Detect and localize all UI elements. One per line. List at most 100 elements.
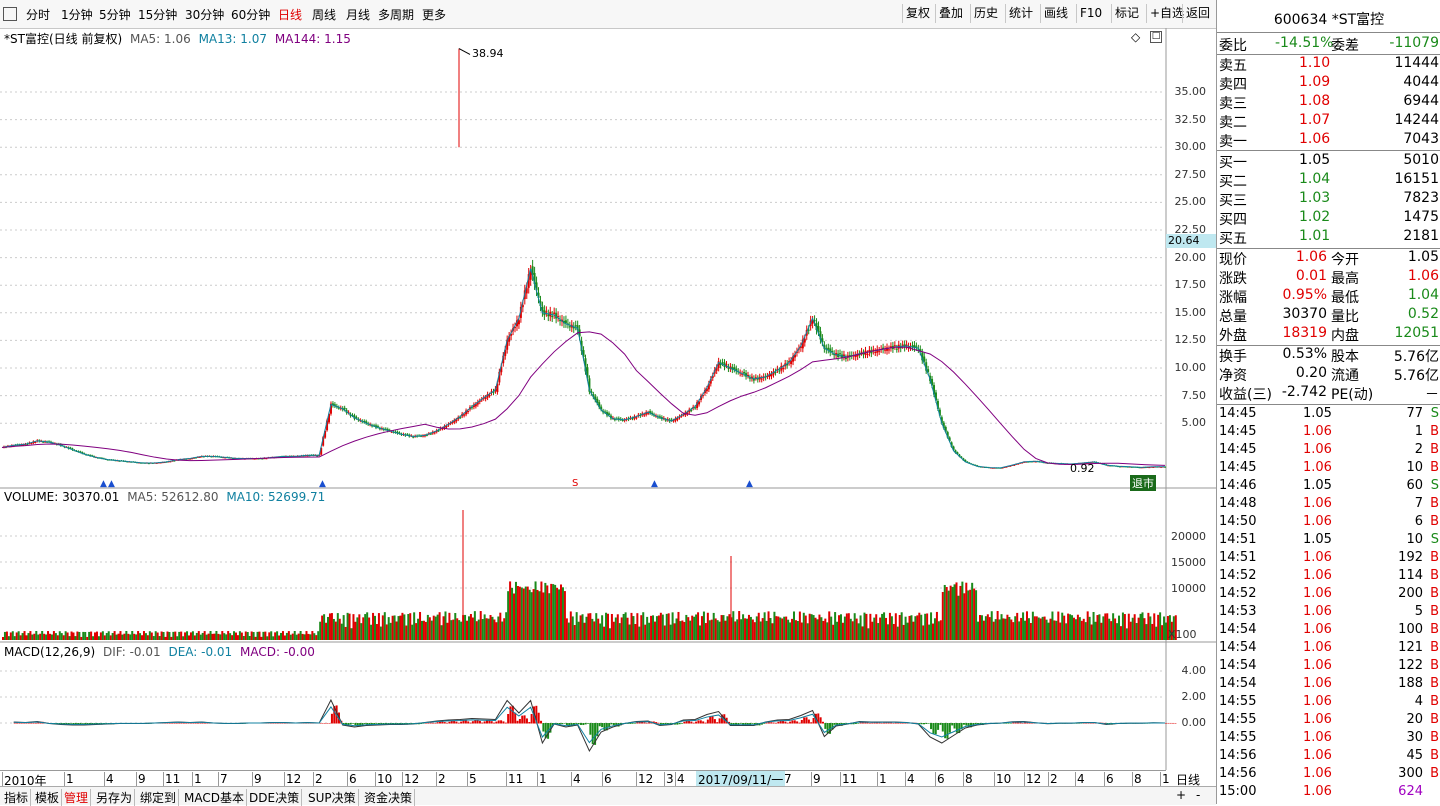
date-tick-33: 6 [1104, 772, 1114, 786]
macd-bar [925, 723, 928, 724]
volume-bar [262, 631, 265, 640]
volume-bar [485, 618, 488, 640]
volume-bar [11, 631, 14, 640]
volume-bar [648, 622, 651, 640]
tick-direction: B [1430, 604, 1439, 619]
ask-price: 1.10 [1299, 55, 1331, 71]
maximize-icon[interactable]: □ [1150, 31, 1162, 43]
bottom-tab-3[interactable]: 另存为 [94, 789, 136, 806]
volume-bar [849, 618, 852, 640]
macd-bar [678, 723, 681, 725]
volume-bar [47, 631, 50, 640]
toolbar-button-6[interactable]: 标记 [1111, 4, 1142, 23]
bottom-tab-0[interactable]: 指标 [2, 789, 32, 806]
bottom-tab-7[interactable]: SUP决策 [306, 789, 359, 806]
macd-bar [676, 723, 679, 725]
toolbar-button-8[interactable]: 返回 [1182, 4, 1213, 23]
toolbar-button-3[interactable]: 统计 [1005, 4, 1036, 23]
price-tick-7: 17.50 [1174, 278, 1207, 292]
volume-bar [534, 581, 537, 640]
stat-value: 0.01 [1295, 268, 1327, 284]
volume-bar [1161, 625, 1164, 640]
volume-bar [186, 631, 189, 640]
window-menu-icon[interactable] [3, 7, 17, 21]
bottom-tab-6[interactable]: DDE决策 [247, 789, 303, 806]
toolbar-button-2[interactable]: 历史 [970, 4, 1001, 23]
bottom-tab-8[interactable]: 资金决策 [362, 789, 416, 806]
volume-bar [1076, 614, 1079, 640]
macd-bar [937, 723, 940, 730]
candle-body [721, 362, 724, 364]
macd-bar [199, 722, 202, 724]
toolbar-tab-3[interactable]: 15分钟 [138, 6, 177, 23]
volume-bar [886, 624, 889, 640]
tick-direction: B [1430, 712, 1439, 727]
volume-bar [659, 612, 662, 640]
indicator-tabs: 指标 模板 管理 另存为 绑定到 MACD基本 DDE决策 SUP决策 资金决策 [0, 786, 1216, 806]
minus-icon[interactable]: - [1196, 788, 1200, 802]
candle-body [725, 364, 728, 366]
stat-label: 外盘 [1219, 328, 1247, 344]
volume-bar [195, 632, 198, 640]
toolbar-tab-0[interactable]: 分时 [26, 6, 50, 23]
toolbar-tab-2[interactable]: 5分钟 [99, 6, 131, 23]
stat-label: 现价 [1219, 252, 1247, 268]
bottom-tab-1[interactable]: 模板 [33, 789, 63, 806]
toolbar-tab-1[interactable]: 1分钟 [61, 6, 93, 23]
price-tick-3: 27.50 [1174, 167, 1207, 181]
volume-bar [23, 631, 26, 640]
volume-bar [900, 612, 903, 640]
bottom-tab-2[interactable]: 管理 [62, 789, 92, 806]
volume-bar [1010, 619, 1013, 640]
volume-bar [1147, 612, 1150, 640]
volume-bar [1059, 622, 1062, 640]
volume-bar [640, 615, 643, 640]
tick-price: 1.05 [1303, 532, 1332, 547]
volume-bar [477, 619, 480, 640]
volume-bar [869, 613, 872, 640]
macd-bar [579, 723, 582, 725]
toolbar-button-5[interactable]: F10 [1076, 4, 1105, 23]
toolbar-button-4[interactable]: 画线 [1040, 4, 1071, 23]
volume-bar [399, 615, 402, 640]
ask-volume: 4044 [1403, 74, 1439, 90]
toolbar-button-0[interactable]: 复权 [902, 4, 933, 23]
toolbar-button-7[interactable]: +自选 [1146, 4, 1187, 23]
kline-chart[interactable]: ▲ ▲ ▲ ▲ ▲S [0, 28, 1216, 790]
toolbar-tab-8[interactable]: 月线 [346, 6, 370, 23]
volume-bar [260, 636, 263, 640]
bid-label: 买一 [1219, 155, 1247, 171]
volume-bar [119, 631, 122, 640]
volume-bar [675, 618, 678, 640]
volume-bar [221, 631, 224, 640]
tick-volume: 200 [1398, 586, 1423, 601]
volume-bar [481, 618, 484, 640]
volume-bar [19, 635, 22, 640]
toolbar-button-1[interactable]: 叠加 [935, 4, 966, 23]
volume-bar [808, 613, 811, 640]
date-tick-3: 9 [136, 772, 146, 786]
volume-bar [540, 581, 543, 640]
toolbar-tab-10[interactable]: 更多 [422, 6, 446, 23]
bottom-tab-5[interactable]: MACD基本 [182, 789, 247, 806]
tick-volume: 300 [1398, 766, 1423, 781]
volume-bar [973, 588, 976, 640]
toolbar-tab-6[interactable]: 日线 [278, 6, 302, 23]
macd-bar [702, 721, 705, 724]
toolbar-tab-7[interactable]: 周线 [312, 6, 336, 23]
ask-price: 1.09 [1299, 74, 1331, 90]
volume-bar [712, 612, 715, 640]
volume-bar [589, 613, 592, 640]
macd-bar [681, 723, 684, 724]
bottom-tab-4[interactable]: 绑定到 [138, 789, 180, 806]
add-icon[interactable]: + [1176, 788, 1186, 802]
toolbar-tab-4[interactable]: 30分钟 [185, 6, 224, 23]
toolbar-tab-5[interactable]: 60分钟 [231, 6, 270, 23]
diamond-icon[interactable]: ◇ [1131, 30, 1140, 44]
stat-label: 涨跌 [1219, 271, 1247, 287]
chart-area[interactable]: ▲ ▲ ▲ ▲ ▲ S *ST富控(日线 前复权) MA5: 1.06 MA13: 1.0… [0, 28, 1218, 790]
volume-bar [832, 624, 835, 640]
toolbar-tab-9[interactable]: 多周期 [378, 6, 414, 23]
volume-bar [39, 633, 42, 640]
weibi-row: 委比 -14.51% 委差 -11079 [1219, 35, 1439, 54]
